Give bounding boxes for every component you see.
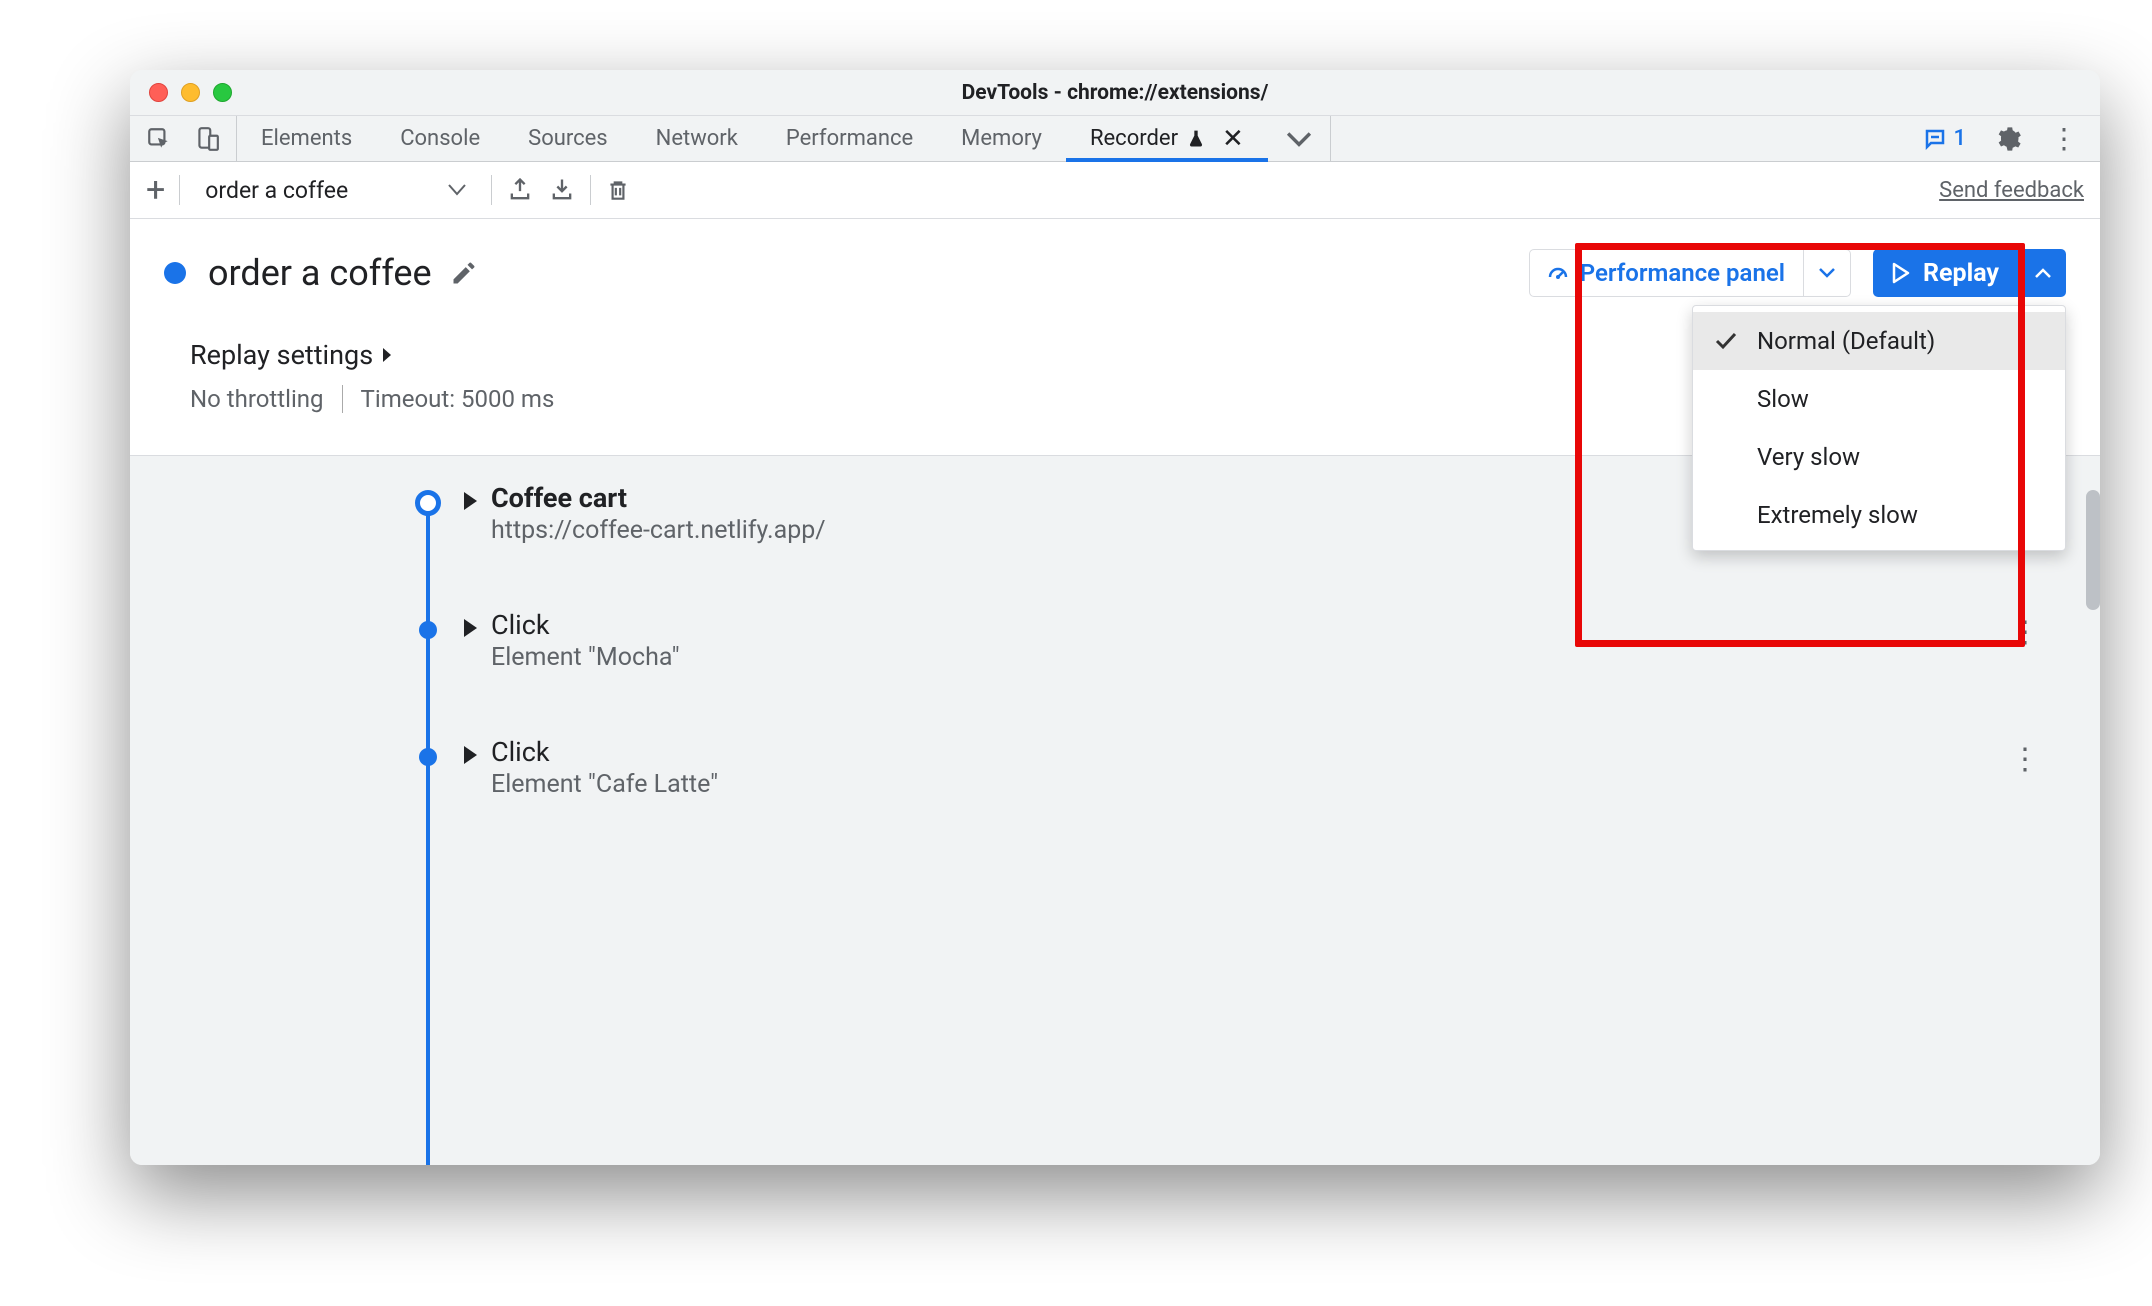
window-title: DevTools - chrome://extensions/ [130, 81, 2100, 105]
tab-recorder-label: Recorder [1090, 126, 1178, 151]
speed-option-slow[interactable]: Slow [1693, 370, 2065, 428]
step-node-icon [415, 490, 441, 516]
import-icon[interactable] [548, 176, 576, 204]
step-expand-toggle[interactable] [464, 746, 477, 764]
window-minimize-button[interactable] [181, 83, 200, 102]
step-title: Click [491, 736, 718, 768]
speed-option-extremely-slow[interactable]: Extremely slow [1693, 486, 2065, 544]
steps-area: Coffee cart https://coffee-cart.netlify.… [130, 456, 2100, 1165]
step-node-icon [419, 748, 437, 766]
tab-network[interactable]: Network [632, 116, 762, 161]
close-icon[interactable]: ✕ [1222, 124, 1244, 154]
replay-speed-menu: Normal (Default) Slow Very slow Extremel… [1692, 305, 2066, 551]
edit-title-button[interactable] [450, 259, 478, 287]
timeline-line [426, 508, 430, 1165]
tab-sources[interactable]: Sources [504, 116, 632, 161]
step-item: Click Element "Cafe Latte" ⋮ [406, 736, 2100, 799]
replay-label: Replay [1923, 259, 1999, 288]
step-subtitle: Element "Mocha" [491, 643, 680, 672]
performance-panel-button[interactable]: Performance panel [1530, 250, 1804, 296]
step-node-icon [419, 621, 437, 639]
send-feedback-link[interactable]: Send feedback [1939, 178, 2084, 203]
check-icon [1713, 332, 1739, 350]
replay-button[interactable]: Replay [1873, 249, 2020, 297]
performance-panel-label: Performance panel [1580, 259, 1785, 287]
step-item: Click Element "Mocha" ⋮ [406, 609, 2100, 672]
tab-elements[interactable]: Elements [237, 116, 376, 161]
export-icon[interactable] [506, 176, 534, 204]
gauge-icon [1546, 261, 1570, 285]
timeout-value: Timeout: 5000 ms [361, 385, 555, 413]
scrollbar-thumb[interactable] [2086, 490, 2100, 610]
window-close-button[interactable] [149, 83, 168, 102]
devtools-window: DevTools - chrome://extensions/ Elements… [130, 70, 2100, 1165]
step-more-menu[interactable]: ⋮ [2010, 736, 2040, 777]
performance-panel-button-group: Performance panel [1529, 249, 1851, 297]
speed-option-normal[interactable]: Normal (Default) [1693, 312, 2065, 370]
inspect-icon[interactable] [146, 126, 172, 152]
caret-right-icon [381, 347, 393, 363]
replay-speed-dropdown[interactable] [2020, 249, 2066, 297]
tab-memory[interactable]: Memory [937, 116, 1066, 161]
step-subtitle: https://coffee-cart.netlify.app/ [491, 516, 826, 545]
speed-option-label: Normal (Default) [1757, 327, 1935, 355]
titlebar: DevTools - chrome://extensions/ [130, 70, 2100, 116]
recorder-toolbar: + order a coffee Send feedback [130, 162, 2100, 219]
replay-settings-label: Replay settings [190, 339, 373, 371]
delete-icon[interactable] [605, 175, 631, 205]
flask-icon [1186, 128, 1206, 150]
traffic-lights [149, 83, 232, 102]
speed-option-label: Extremely slow [1757, 501, 1918, 529]
issues-button[interactable]: 1 [1923, 126, 1966, 151]
tab-console[interactable]: Console [376, 116, 504, 161]
recording-header: order a coffee Performance panel [130, 219, 2100, 321]
throttling-value: No throttling [190, 385, 324, 413]
recording-title: order a coffee [208, 252, 432, 294]
speed-option-label: Slow [1757, 385, 1809, 413]
step-subtitle: Element "Cafe Latte" [491, 770, 718, 799]
speed-option-label: Very slow [1757, 443, 1860, 471]
recording-status-dot [164, 262, 186, 284]
tabs-overflow-button[interactable] [1268, 116, 1331, 161]
devtools-tabstrip: Elements Console Sources Network Perform… [130, 116, 2100, 162]
window-zoom-button[interactable] [213, 83, 232, 102]
settings-gear-icon[interactable] [1994, 125, 2022, 153]
play-icon [1891, 262, 1911, 284]
replay-button-group: Replay [1873, 249, 2066, 297]
recording-select[interactable]: order a coffee [194, 172, 477, 209]
new-recording-button[interactable]: + [146, 173, 165, 207]
issues-count: 1 [1953, 126, 1966, 151]
performance-panel-dropdown[interactable] [1804, 250, 1850, 296]
step-more-menu[interactable]: ⋮ [2010, 609, 2040, 650]
step-title: Click [491, 609, 680, 641]
tab-performance[interactable]: Performance [762, 116, 937, 161]
header-actions: Performance panel Replay [1529, 249, 2066, 297]
chevron-down-icon [448, 184, 466, 196]
step-expand-toggle[interactable] [464, 492, 477, 510]
device-toggle-icon[interactable] [194, 126, 220, 152]
more-menu-icon[interactable]: ⋮ [2050, 122, 2078, 155]
speed-option-very-slow[interactable]: Very slow [1693, 428, 2065, 486]
step-expand-toggle[interactable] [464, 619, 477, 637]
recording-select-value: order a coffee [205, 177, 348, 204]
step-title: Coffee cart [491, 482, 826, 514]
tab-recorder[interactable]: Recorder ✕ [1066, 116, 1268, 161]
